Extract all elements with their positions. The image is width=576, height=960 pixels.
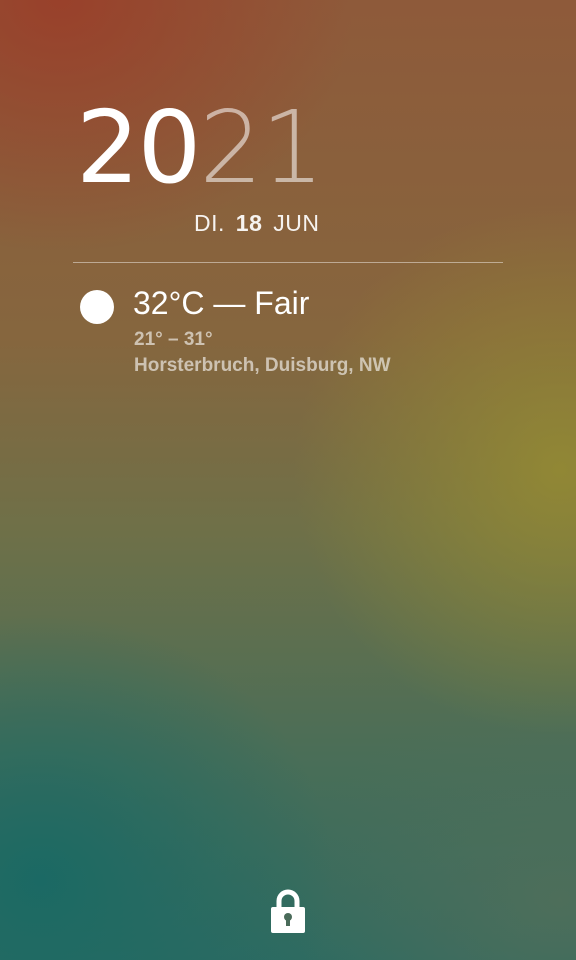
clock-minutes: 21 — [199, 89, 324, 206]
clock: 2021 — [76, 98, 325, 198]
weather-current: 32°C — Fair — [133, 285, 310, 321]
divider — [73, 262, 503, 263]
date-day: 18 — [235, 210, 263, 236]
clock-hours: 20 — [76, 89, 201, 206]
lock-icon[interactable] — [270, 888, 306, 934]
date-weekday: DI. — [194, 210, 225, 236]
lock-icon-graphic — [271, 889, 305, 933]
weather-location: Horsterbruch, Duisburg, NW — [134, 355, 391, 376]
date-month: JUN — [273, 210, 320, 236]
sun-icon — [80, 290, 114, 324]
weather-range: 21° – 31° — [134, 329, 213, 350]
date: DI. 18 JUN — [194, 210, 320, 237]
